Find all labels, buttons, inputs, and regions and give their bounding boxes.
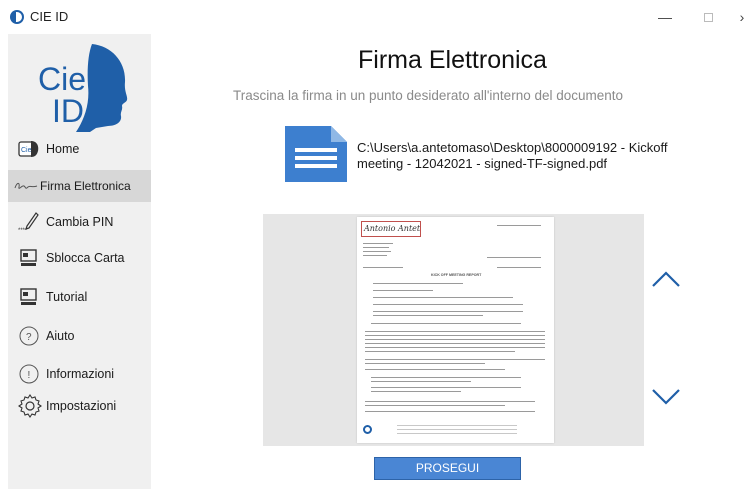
tutorial-icon — [20, 288, 37, 305]
cie-id-logo: Cie ID — [38, 44, 128, 132]
footer-logo-icon — [363, 425, 372, 434]
maximize-icon — [703, 13, 713, 22]
sidebar-item-label: Home — [46, 142, 80, 156]
page-subtitle: Trascina la firma in un punto desiderato… — [232, 88, 624, 103]
maximize-button[interactable] — [697, 6, 719, 28]
signature-icon — [14, 182, 38, 189]
svg-text:?: ? — [26, 332, 32, 343]
sidebar-item-label: Sblocca Carta — [46, 251, 125, 265]
sidebar-item-impostazioni[interactable]: Impostazioni — [8, 390, 151, 422]
sidebar-item-label: Cambia PIN — [46, 215, 114, 229]
sidebar-item-sblocca-carta[interactable]: Sblocca Carta — [8, 242, 151, 274]
sidebar-item-firma-elettronica[interactable]: Firma Elettronica — [8, 170, 151, 202]
gear-icon — [18, 394, 42, 418]
doc-heading: KICK OFF MEETING REPORT — [431, 273, 482, 277]
sidebar-item-label: Firma Elettronica — [40, 179, 131, 193]
sidebar-item-label: Tutorial — [46, 290, 88, 304]
sidebar-item-tutorial[interactable]: Tutorial — [8, 281, 151, 313]
scroll-up-arrow-icon[interactable] — [651, 270, 681, 288]
file-path-line-1: C:\Users\a.antetomaso\Desktop\8000009192… — [357, 140, 668, 155]
scroll-down-arrow-icon[interactable] — [651, 388, 681, 406]
minimize-button[interactable]: — — [654, 6, 676, 28]
document-page[interactable]: Antonio Antetomaso KICK OFF MEETING REPO… — [357, 217, 554, 443]
cie-card-icon: Cie — [18, 141, 39, 157]
card-unlock-icon — [20, 249, 37, 266]
title-bar: CIE ID — › — [0, 0, 746, 34]
pencil-pin-icon: **** — [18, 212, 39, 233]
sidebar-item-label: Informazioni — [46, 367, 115, 381]
sidebar: Cie ID Cie Home Firma Elettronica **** C… — [8, 34, 151, 489]
close-button[interactable]: › — [731, 6, 746, 28]
svg-text:!: ! — [28, 370, 31, 381]
file-path: C:\Users\a.antetomaso\Desktop\8000009192… — [357, 140, 687, 172]
document-preview[interactable]: Antonio Antetomaso KICK OFF MEETING REPO… — [263, 214, 644, 446]
sidebar-item-label: Aiuto — [46, 329, 75, 343]
sidebar-item-aiuto[interactable]: ? Aiuto — [8, 320, 151, 352]
svg-text:****: **** — [18, 228, 28, 233]
app-window: CIE ID — › Cie ID Cie Home Firma Elettro… — [0, 0, 746, 489]
sidebar-item-informazioni[interactable]: ! Informazioni — [8, 358, 151, 390]
logo-text-id: ID — [52, 93, 84, 129]
sidebar-item-home[interactable]: Cie Home — [8, 133, 151, 165]
page-title: Firma Elettronica — [358, 46, 547, 74]
app-logo-icon — [10, 10, 24, 24]
document-file-icon — [285, 126, 347, 182]
sidebar-item-label: Impostazioni — [46, 399, 117, 413]
file-path-line-2: meeting - 12042021 - signed-TF-signed.pd… — [357, 156, 608, 171]
window-title: CIE ID — [30, 9, 69, 24]
proceed-button[interactable]: PROSEGUI — [374, 457, 521, 480]
info-icon: ! — [19, 364, 39, 384]
sidebar-item-cambia-pin[interactable]: **** Cambia PIN — [8, 206, 151, 238]
signature-stamp[interactable]: Antonio Antetomaso — [361, 221, 421, 237]
logo-text-cie: Cie — [38, 61, 86, 97]
question-icon: ? — [19, 326, 39, 346]
svg-text:Cie: Cie — [21, 147, 32, 154]
